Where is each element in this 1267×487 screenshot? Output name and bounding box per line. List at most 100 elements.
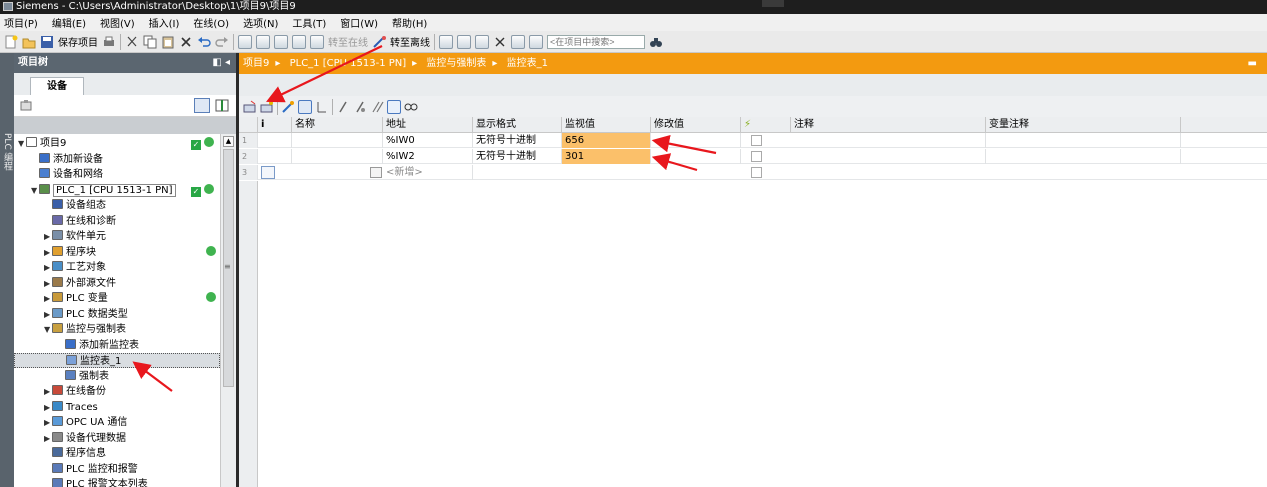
undo-icon[interactable] xyxy=(197,35,211,49)
save-icon[interactable] xyxy=(40,35,54,49)
header-address[interactable]: 地址 xyxy=(383,117,473,133)
go-online-icon[interactable] xyxy=(310,34,324,49)
collapse-arrow-icon[interactable]: ▼ xyxy=(31,183,39,198)
force-icon[interactable] xyxy=(336,100,350,114)
tree-item[interactable]: 强制表 xyxy=(14,369,220,384)
tree-item[interactable]: 监控表_1 xyxy=(14,353,220,368)
tree-item[interactable]: ▶ 程序块 xyxy=(14,245,220,260)
expand-arrow-icon[interactable]: ▶ xyxy=(44,384,52,399)
delete-icon[interactable] xyxy=(179,35,193,49)
go-offline-icon[interactable] xyxy=(372,35,386,49)
collapse-panel-icon[interactable]: ◧ ◂ xyxy=(212,53,230,73)
tree-item[interactable]: PLC 报警文本列表 xyxy=(14,477,220,487)
tree-item[interactable]: 设备组态 xyxy=(14,198,220,213)
menu-item[interactable]: 插入(I) xyxy=(149,15,180,30)
force-all-icon[interactable] xyxy=(370,100,384,114)
header-modify-flag-icon[interactable]: ⚡ xyxy=(741,117,791,133)
start-cpu-icon[interactable] xyxy=(475,34,489,49)
collapse-arrow-icon[interactable]: ▼ xyxy=(44,322,52,337)
tree-item[interactable]: 添加新监控表 xyxy=(14,338,220,353)
split-view-icon[interactable] xyxy=(214,98,230,113)
modify-checkbox[interactable] xyxy=(751,135,762,146)
window-caption-control[interactable] xyxy=(762,0,784,7)
tree-item[interactable]: ▼ 项目9 ✓ xyxy=(14,136,220,151)
expand-arrow-icon[interactable]: ▶ xyxy=(44,431,52,446)
modify-value-cell[interactable] xyxy=(651,149,741,164)
new-entry-cell[interactable]: <新增> xyxy=(383,165,473,180)
tree-item[interactable]: PLC 监控和报警 xyxy=(14,462,220,477)
tree-item[interactable]: 程序信息 xyxy=(14,446,220,461)
expand-arrow-icon[interactable]: ▶ xyxy=(44,245,52,260)
tree-item[interactable]: 添加新设备 xyxy=(14,152,220,167)
download-icon[interactable] xyxy=(256,34,270,49)
tree-item[interactable]: ▶ 在线备份 xyxy=(14,384,220,399)
upload-icon[interactable] xyxy=(274,34,288,49)
modify-now-icon[interactable] xyxy=(281,100,295,114)
tag-list-icon[interactable] xyxy=(370,167,382,178)
display-format-cell[interactable]: 无符号十进制 xyxy=(473,149,562,164)
open-project-icon[interactable] xyxy=(22,35,36,49)
menu-item[interactable]: 编辑(E) xyxy=(52,15,86,30)
print-icon[interactable] xyxy=(102,35,116,49)
monitor-once-icon[interactable] xyxy=(387,99,401,114)
compile-icon[interactable] xyxy=(238,34,252,49)
table-row[interactable]: 1 %IW0 无符号十进制 656 xyxy=(239,133,1267,148)
tag-comment-cell[interactable] xyxy=(986,133,1181,148)
details-view-icon[interactable] xyxy=(194,98,210,113)
address-cell[interactable]: %IW2 xyxy=(383,149,473,164)
name-cell[interactable] xyxy=(292,133,383,148)
expand-arrow-icon[interactable]: ▶ xyxy=(44,307,52,322)
plc-programming-label[interactable]: PLC 编程 xyxy=(1,133,14,171)
tree-item[interactable]: ▶ 设备代理数据 xyxy=(14,431,220,446)
accessible-devices-icon[interactable] xyxy=(439,34,453,49)
go-offline-button[interactable]: 转至离线 xyxy=(390,34,430,49)
tag-comment-cell[interactable] xyxy=(986,149,1181,164)
minimize-editor-icon[interactable]: ▬ xyxy=(1248,53,1257,74)
breadcrumb-item[interactable]: 项目9 xyxy=(243,58,269,69)
tree-item[interactable]: ▶ Traces xyxy=(14,400,220,415)
expand-arrow-icon[interactable]: ▶ xyxy=(44,229,52,244)
menu-item[interactable]: 帮助(H) xyxy=(392,15,427,30)
monitor-all-icon[interactable] xyxy=(298,99,312,114)
modify-checkbox[interactable] xyxy=(751,151,762,162)
expand-arrow-icon[interactable]: ▶ xyxy=(44,260,52,275)
menu-item[interactable]: 选项(N) xyxy=(243,15,278,30)
unforce-icon[interactable] xyxy=(353,100,367,114)
breadcrumb-item[interactable]: PLC_1 [CPU 1513-1 PN] xyxy=(290,58,407,69)
new-project-icon[interactable] xyxy=(4,35,18,49)
simulation-icon[interactable] xyxy=(292,34,306,49)
cut-icon[interactable] xyxy=(125,35,139,49)
header-tag-comment[interactable]: 变量注释 xyxy=(986,117,1181,133)
trigger-icon[interactable] xyxy=(315,100,329,114)
project-overview-icon[interactable] xyxy=(20,99,32,114)
insert-row-icon[interactable] xyxy=(243,100,257,114)
tree-item[interactable]: ▶ 工艺对象 xyxy=(14,260,220,275)
paste-icon[interactable] xyxy=(161,35,175,49)
expand-arrow-icon[interactable]: ▶ xyxy=(44,400,52,415)
modify-checkbox[interactable] xyxy=(751,167,762,178)
menu-item[interactable]: 视图(V) xyxy=(100,15,135,30)
tree-item[interactable]: ▶ PLC 数据类型 xyxy=(14,307,220,322)
cross-reference-icon[interactable] xyxy=(457,34,471,49)
address-cell[interactable]: %IW0 xyxy=(383,133,473,148)
project-tree-scrollbar[interactable]: ▲ ≡ xyxy=(220,134,236,487)
menu-item[interactable]: 项目(P) xyxy=(4,15,38,30)
add-row-icon[interactable] xyxy=(260,100,274,114)
name-cell[interactable] xyxy=(292,149,383,164)
header-comment[interactable]: 注释 xyxy=(791,117,986,133)
comment-cell[interactable] xyxy=(791,149,986,164)
tree-item[interactable]: 设备和网络 xyxy=(14,167,220,182)
table-row-new[interactable]: 3 <新增> xyxy=(239,165,1267,180)
expand-arrow-icon[interactable]: ▶ xyxy=(44,276,52,291)
menu-item[interactable]: 在线(O) xyxy=(193,15,229,30)
tree-item[interactable]: ▶ PLC 变量 xyxy=(14,291,220,306)
tree-item[interactable]: 在线和诊断 xyxy=(14,214,220,229)
redo-icon[interactable] xyxy=(215,35,229,49)
binoculars-icon[interactable] xyxy=(649,35,663,49)
split-horizontal-icon[interactable] xyxy=(511,34,525,49)
collapse-arrow-icon[interactable]: ▼ xyxy=(18,136,26,151)
breadcrumb-item[interactable]: 监控与强制表 xyxy=(426,58,486,69)
comment-cell[interactable] xyxy=(791,133,986,148)
menu-item[interactable]: 窗口(W) xyxy=(340,15,378,30)
header-info[interactable]: i xyxy=(258,117,292,133)
